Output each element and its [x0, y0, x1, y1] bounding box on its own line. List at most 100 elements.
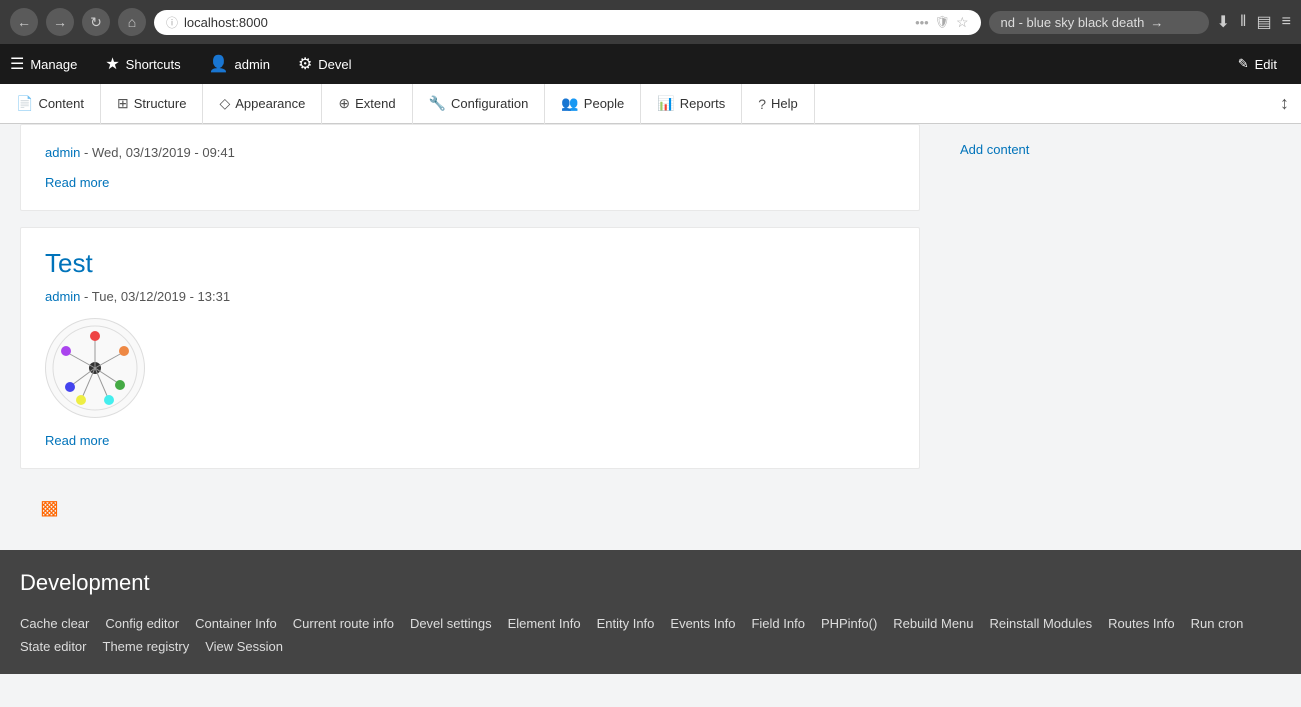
url-bar[interactable]: ⓘ localhost:8000 ••• 🛡 ☆: [154, 10, 981, 35]
article-1-date: - Wed, 03/13/2019 - 09:41: [84, 145, 235, 160]
manage-label: Manage: [30, 57, 77, 72]
shortcuts-menu-item[interactable]: ★ Shortcuts: [91, 44, 194, 84]
nav-people-label: People: [584, 96, 624, 111]
help-icon: ?: [758, 96, 766, 112]
admin-label: admin: [235, 57, 270, 72]
footer-link-routes-info[interactable]: Routes Info: [1108, 612, 1191, 635]
nav-reports[interactable]: 📊 Reports: [641, 84, 742, 124]
back-button[interactable]: ←: [10, 8, 38, 36]
browser-toolbar-icons: ⬇ ‖ ▤ ≡: [1217, 12, 1291, 32]
home-button[interactable]: ⌂: [118, 8, 146, 36]
manage-icon: ☰: [10, 54, 24, 74]
browser-chrome: ← → ↻ ⌂ ⓘ localhost:8000 ••• 🛡 ☆ nd - bl…: [0, 0, 1301, 44]
nav-configuration-label: Configuration: [451, 96, 528, 111]
devel-menu-item[interactable]: ⚙ Devel: [284, 44, 366, 84]
search-text: nd - blue sky black death: [1001, 15, 1145, 30]
dev-footer-title: Development: [20, 570, 1281, 596]
footer-link-events-info[interactable]: Events Info: [670, 612, 751, 635]
article-card-1: admin - Wed, 03/13/2019 - 09:41 Read mor…: [20, 124, 920, 211]
admin-icon: 👤: [209, 54, 229, 74]
shield-icon: 🛡: [935, 15, 950, 29]
article-card-2: Test admin - Tue, 03/12/2019 - 13:31: [20, 227, 920, 469]
footer-link-run-cron[interactable]: Run cron: [1191, 612, 1260, 635]
devel-icon: ⚙: [298, 54, 312, 74]
article-1-author[interactable]: admin: [45, 145, 80, 160]
nav-extend-label: Extend: [355, 96, 395, 111]
footer-link-current-route-info[interactable]: Current route info: [293, 612, 410, 635]
nav-appearance-label: Appearance: [235, 96, 305, 111]
article-1-read-more[interactable]: Read more: [45, 175, 109, 190]
footer-link-devel-settings[interactable]: Devel settings: [410, 612, 508, 635]
nav-help-label: Help: [771, 96, 798, 111]
article-2-date: - Tue, 03/12/2019 - 13:31: [84, 289, 230, 304]
dev-footer: Development Cache clearConfig editorCont…: [0, 550, 1301, 674]
footer-link-theme-registry[interactable]: Theme registry: [103, 635, 206, 658]
page-layout: admin - Wed, 03/13/2019 - 09:41 Read mor…: [0, 124, 1301, 550]
nav-appearance[interactable]: ◇ Appearance: [203, 84, 322, 124]
footer-link-reinstall-modules[interactable]: Reinstall Modules: [990, 612, 1109, 635]
more-dots: •••: [915, 15, 929, 30]
search-bar[interactable]: nd - blue sky black death →: [989, 11, 1209, 34]
nav-collapse-button[interactable]: ↕: [1268, 84, 1301, 124]
nav-reports-label: Reports: [680, 96, 726, 111]
footer-link-phpinfo[interactable]: PHPinfo(): [821, 612, 893, 635]
configuration-icon: 🔧: [429, 95, 446, 112]
manage-menu-item[interactable]: ☰ Manage: [10, 44, 91, 84]
add-content-link[interactable]: Add content: [960, 142, 1120, 157]
article-2-author[interactable]: admin: [45, 289, 80, 304]
admin-menu-item[interactable]: 👤 admin: [195, 44, 284, 84]
nav-extend[interactable]: ⊕ Extend: [322, 84, 412, 124]
footer-link-entity-info[interactable]: Entity Info: [597, 612, 671, 635]
shortcuts-icon: ★: [105, 54, 119, 74]
reload-button[interactable]: ↻: [82, 8, 110, 36]
extend-icon: ⊕: [338, 95, 350, 112]
content-icon: 📄: [16, 95, 33, 112]
article-1-meta: admin - Wed, 03/13/2019 - 09:41: [45, 145, 895, 160]
footer-link-cache-clear[interactable]: Cache clear: [20, 612, 105, 635]
nav-content-label: Content: [38, 96, 84, 111]
footer-link-config-editor[interactable]: Config editor: [105, 612, 195, 635]
article-2-image: [45, 318, 145, 418]
nav-structure[interactable]: ⊞ Structure: [101, 84, 203, 124]
article-2-title: Test: [45, 248, 895, 279]
edit-label: Edit: [1255, 57, 1277, 72]
diagram-svg: [50, 323, 140, 413]
forward-button[interactable]: →: [46, 8, 74, 36]
article-2-meta: admin - Tue, 03/12/2019 - 13:31: [45, 289, 895, 304]
footer-link-state-editor[interactable]: State editor: [20, 635, 103, 658]
shortcuts-label: Shortcuts: [126, 57, 181, 72]
nav-content[interactable]: 📄 Content: [0, 84, 101, 124]
search-arrow-icon: →: [1150, 15, 1163, 30]
nav-help[interactable]: ? Help: [742, 84, 815, 124]
menu-icon[interactable]: ≡: [1282, 13, 1291, 31]
edit-icon: ✎: [1238, 56, 1249, 72]
footer-link-element-info[interactable]: Element Info: [508, 612, 597, 635]
footer-link-view-session[interactable]: View Session: [205, 635, 299, 658]
nav-structure-label: Structure: [134, 96, 187, 111]
sidebar: Add content: [940, 124, 1140, 550]
main-content: admin - Wed, 03/13/2019 - 09:41 Read mor…: [0, 124, 940, 550]
edit-button[interactable]: ✎ Edit: [1224, 56, 1291, 72]
url-text: localhost:8000: [184, 15, 909, 30]
reports-icon: 📊: [657, 95, 674, 112]
footer-link-container-info[interactable]: Container Info: [195, 612, 293, 635]
rss-icon: ▩: [40, 497, 59, 519]
bookmark-icon[interactable]: ☆: [956, 14, 969, 31]
nav-configuration[interactable]: 🔧 Configuration: [413, 84, 546, 124]
people-icon: 👥: [561, 95, 578, 112]
library-icon[interactable]: ‖: [1240, 13, 1247, 31]
appearance-icon: ◇: [219, 95, 230, 112]
info-icon: ⓘ: [166, 14, 178, 31]
nav-people[interactable]: 👥 People: [545, 84, 641, 124]
drupal-nav: 📄 Content ⊞ Structure ◇ Appearance ⊕ Ext…: [0, 84, 1301, 124]
reader-icon[interactable]: ▤: [1257, 12, 1272, 32]
article-2-read-more[interactable]: Read more: [45, 433, 109, 448]
footer-link-field-info[interactable]: Field Info: [751, 612, 820, 635]
rss-area: ▩: [20, 485, 920, 530]
admin-toolbar: ☰ Manage ★ Shortcuts 👤 admin ⚙ Devel ✎ E…: [0, 44, 1301, 84]
download-icon[interactable]: ⬇: [1217, 12, 1230, 32]
dev-footer-links: Cache clearConfig editorContainer InfoCu…: [20, 612, 1281, 674]
structure-icon: ⊞: [117, 95, 129, 112]
devel-label: Devel: [318, 57, 351, 72]
footer-link-rebuild-menu[interactable]: Rebuild Menu: [893, 612, 989, 635]
